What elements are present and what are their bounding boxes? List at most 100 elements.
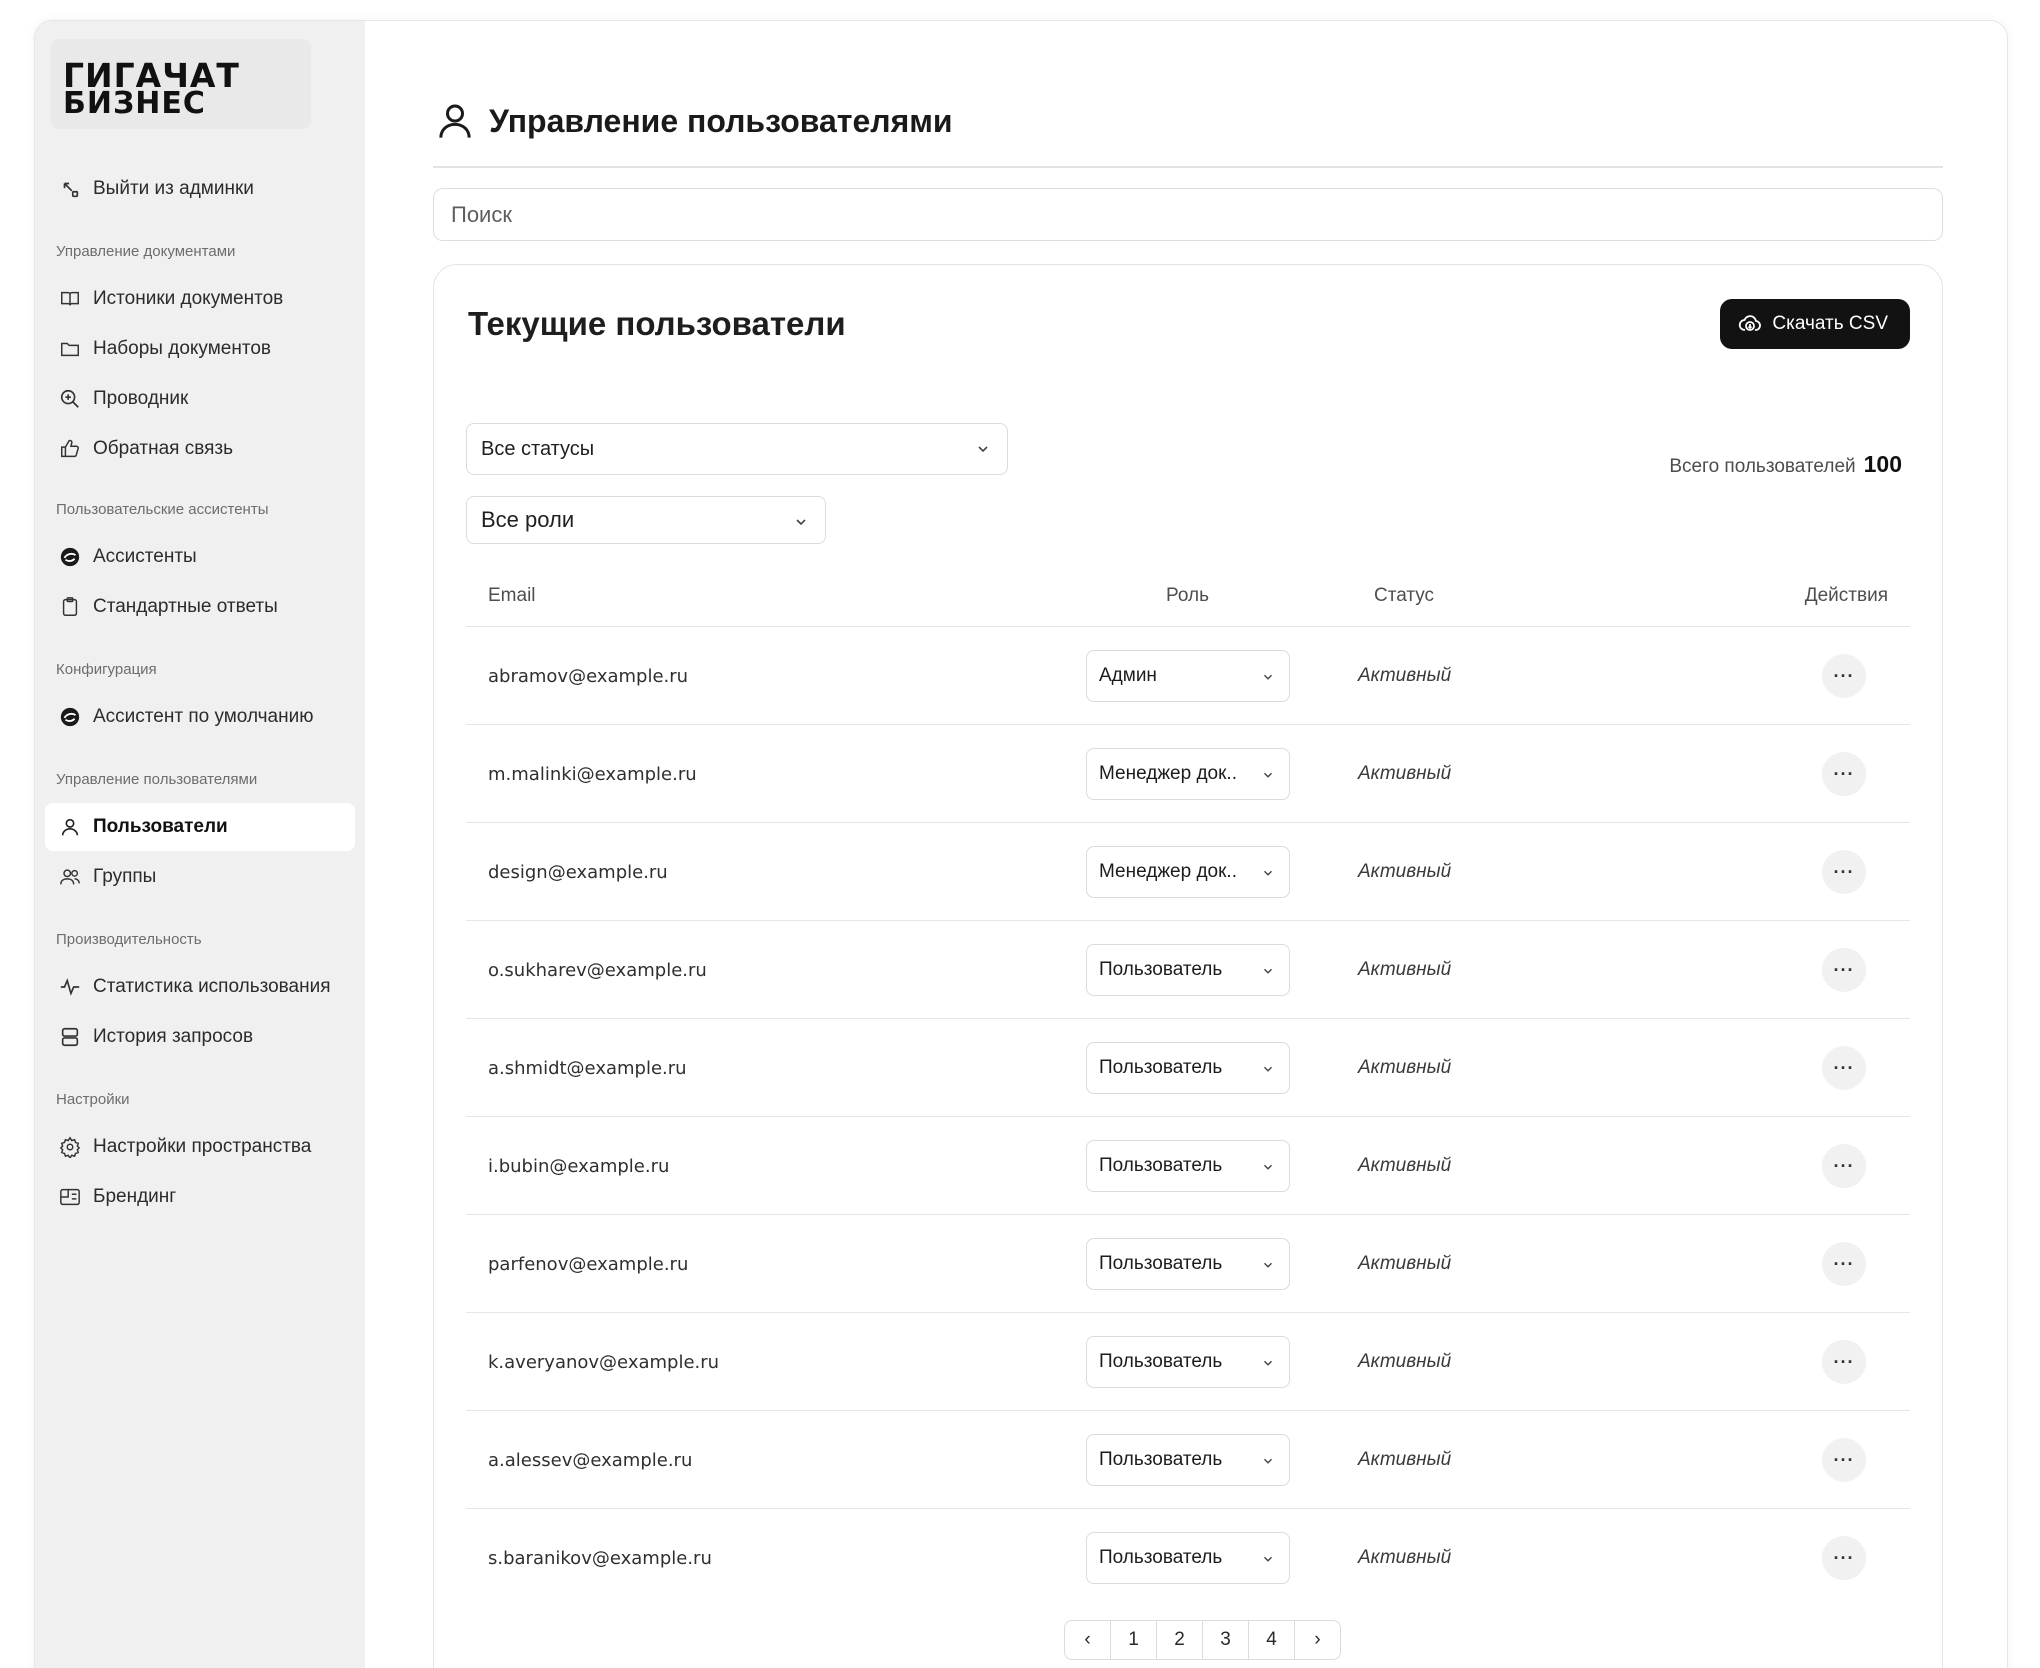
sidebar-item-space-settings[interactable]: Настройки пространства <box>45 1123 355 1171</box>
search-input[interactable] <box>433 188 1943 241</box>
sidebar-item-label: Стандартные ответы <box>93 596 278 617</box>
sidebar-item-label: Наборы документов <box>93 338 271 359</box>
assistant-icon <box>59 706 81 728</box>
user-email: design@example.ru <box>488 861 668 883</box>
sidebar-item-label: Обратная связь <box>93 438 233 459</box>
pagination-page-4[interactable]: 4 <box>1248 1620 1295 1660</box>
total-users: Всего пользователей 100 <box>1669 451 1902 478</box>
role-filter-value: Все роли <box>481 507 575 532</box>
assistant-icon <box>59 546 81 568</box>
row-actions-button[interactable]: ··· <box>1822 1340 1866 1384</box>
sidebar-item-query-history[interactable]: История запросов <box>45 1013 355 1061</box>
sidebar-section-settings: Настройки <box>56 1091 130 1108</box>
sidebar-item-usage-stats[interactable]: Статистика использования <box>45 963 355 1011</box>
user-status: Активный <box>1358 1253 1452 1274</box>
user-email: abramov@example.ru <box>488 665 689 687</box>
row-actions-button[interactable]: ··· <box>1822 1144 1866 1188</box>
pagination: ‹ 1 2 3 4 › <box>1064 1620 1341 1660</box>
row-actions-button[interactable]: ··· <box>1822 1438 1866 1482</box>
row-actions-button[interactable]: ··· <box>1822 1046 1866 1090</box>
row-actions-button[interactable]: ··· <box>1822 752 1866 796</box>
row-actions-button[interactable]: ··· <box>1822 850 1866 894</box>
pagination-next-button[interactable]: › <box>1294 1620 1341 1660</box>
chevron-down-icon <box>1264 1066 1272 1072</box>
sidebar-section-documents: Управление документами <box>56 243 236 260</box>
table-row: design@example.ru Менеджер док.. Активны… <box>466 823 1910 921</box>
role-select[interactable]: Пользователь <box>1086 1434 1290 1486</box>
sidebar-item-users[interactable]: Пользователи <box>45 803 355 851</box>
chevron-down-icon <box>796 519 806 526</box>
role-select[interactable]: Менеджер док.. <box>1086 846 1290 898</box>
user-status: Активный <box>1358 1351 1452 1372</box>
sidebar-item-label: Пользователи <box>93 816 228 837</box>
sidebar-item-exit-admin[interactable]: Выйти из админки <box>45 165 355 213</box>
sidebar-item-label: Настройки пространства <box>93 1136 312 1157</box>
users-card: Текущие пользователи Скачать CSV Все ста… <box>433 264 1943 1668</box>
sidebar-item-groups[interactable]: Группы <box>45 853 355 901</box>
sidebar-item-feedback[interactable]: Обратная связь <box>45 425 355 473</box>
sidebar-item-assistants[interactable]: Ассистенты <box>45 533 355 581</box>
chevron-down-icon <box>1264 1360 1272 1366</box>
role-select[interactable]: Пользователь <box>1086 1140 1290 1192</box>
row-actions-button[interactable]: ··· <box>1822 654 1866 698</box>
role-select[interactable]: Админ <box>1086 650 1290 702</box>
role-select[interactable]: Менеджер док.. <box>1086 748 1290 800</box>
chevron-down-icon <box>1264 1556 1272 1562</box>
user-status: Активный <box>1358 1057 1452 1078</box>
sidebar-section-config: Конфигурация <box>56 661 157 678</box>
row-actions-button[interactable]: ··· <box>1822 1536 1866 1580</box>
row-actions-button[interactable]: ··· <box>1822 948 1866 992</box>
role-select[interactable]: Пользователь <box>1086 1336 1290 1388</box>
pagination-prev-button[interactable]: ‹ <box>1064 1620 1111 1660</box>
card-title: Текущие пользователи <box>468 305 846 342</box>
role-value: Пользователь <box>1099 1155 1223 1176</box>
role-value: Пользователь <box>1099 1351 1223 1372</box>
user-icon <box>59 816 81 838</box>
user-status: Активный <box>1358 959 1452 980</box>
user-status: Активный <box>1358 665 1452 686</box>
branding-icon <box>59 1186 81 1208</box>
sidebar-item-doc-sets[interactable]: Наборы документов <box>45 325 355 373</box>
role-filter-select[interactable]: Все роли <box>466 496 826 544</box>
chevron-down-icon <box>1264 968 1272 974</box>
sidebar-item-label: Ассистенты <box>93 546 197 567</box>
sidebar-item-label: Группы <box>93 866 157 887</box>
sidebar-item-explorer[interactable]: Проводник <box>45 375 355 423</box>
chevron-down-icon <box>1264 674 1272 680</box>
user-status: Активный <box>1358 1155 1452 1176</box>
role-select[interactable]: Пользователь <box>1086 1532 1290 1584</box>
book-icon <box>59 288 81 310</box>
brand-logo[interactable]: ГИГАЧАТ БИЗНЕС <box>51 39 311 129</box>
user-email: k.averyanov@example.ru <box>488 1351 720 1373</box>
app-window: ГИГАЧАТ БИЗНЕС Выйти из админки Управлен… <box>34 20 2008 1668</box>
table-row: abramov@example.ru Админ Активный ··· <box>466 627 1910 725</box>
column-header-status[interactable]: Статус <box>1374 565 1434 627</box>
status-filter-value: Все статусы <box>481 437 595 460</box>
sidebar-item-label: Выйти из админки <box>93 178 254 199</box>
user-status: Активный <box>1358 1547 1452 1568</box>
pagination-page-3[interactable]: 3 <box>1202 1620 1249 1660</box>
sidebar-item-branding[interactable]: Брендинг <box>45 1173 355 1221</box>
role-select[interactable]: Пользователь <box>1086 944 1290 996</box>
chevron-down-icon <box>1264 1164 1272 1170</box>
main-content: Управление пользователями Текущие пользо… <box>365 21 2007 1668</box>
role-value: Менеджер док.. <box>1099 861 1237 882</box>
column-header-role[interactable]: Роль <box>1166 565 1209 627</box>
row-actions-button[interactable]: ··· <box>1822 1242 1866 1286</box>
role-select[interactable]: Пользователь <box>1086 1042 1290 1094</box>
sidebar-item-default-assistant[interactable]: Ассистент по умолчанию <box>45 693 355 741</box>
user-email: m.malinki@example.ru <box>488 763 697 785</box>
sidebar-section-user-management: Управление пользователями <box>56 771 258 788</box>
table-row: m.malinki@example.ru Менеджер док.. Акти… <box>466 725 1910 823</box>
divider <box>433 166 1943 168</box>
column-header-email[interactable]: Email <box>488 565 536 627</box>
status-filter-select[interactable]: Все статусы <box>466 423 1008 475</box>
pagination-page-1[interactable]: 1 <box>1110 1620 1157 1660</box>
sidebar-item-standard-answers[interactable]: Стандартные ответы <box>45 583 355 631</box>
role-value: Пользователь <box>1099 959 1223 980</box>
download-csv-button[interactable]: Скачать CSV <box>1720 299 1910 349</box>
gear-icon <box>59 1136 81 1158</box>
role-select[interactable]: Пользователь <box>1086 1238 1290 1290</box>
sidebar-item-doc-sources[interactable]: Истоники документов <box>45 275 355 323</box>
pagination-page-2[interactable]: 2 <box>1156 1620 1203 1660</box>
